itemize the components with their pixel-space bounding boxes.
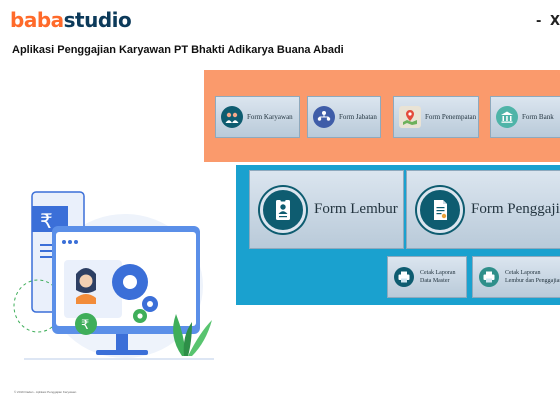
logo-text-part2: studio — [63, 8, 132, 32]
form-karyawan-button[interactable]: Form Karyawan — [215, 96, 300, 138]
form-penempatan-label: Form Penempatan — [425, 113, 477, 121]
close-button[interactable]: X — [550, 14, 560, 29]
employees-icon — [221, 106, 243, 128]
form-lembur-label: Form Lembur — [314, 201, 398, 217]
form-penggajian-button[interactable]: Form Penggajian — [406, 170, 560, 249]
svg-text:₹: ₹ — [81, 318, 89, 333]
footer-copyright: © 2019 Dadan - Aplikasi Penggajian Karya… — [14, 390, 77, 394]
app-logo: baba studio — [10, 8, 132, 32]
printer-icon — [479, 267, 499, 287]
form-bank-button[interactable]: Form Bank — [490, 96, 560, 138]
page-title: Aplikasi Penggajian Karyawan PT Bhakti A… — [12, 44, 344, 56]
svg-text:₹: ₹ — [40, 209, 53, 233]
form-bank-label: Form Bank — [522, 113, 554, 121]
payroll-document-icon — [417, 186, 463, 233]
payroll-illustration: ₹ ₹ — [10, 186, 220, 376]
form-penempatan-button[interactable]: Form Penempatan — [393, 96, 479, 138]
form-penggajian-label: Form Penggajian — [471, 201, 560, 217]
form-karyawan-label: Form Karyawan — [247, 113, 293, 121]
id-badge-icon — [260, 186, 306, 233]
printer-icon — [394, 267, 414, 287]
map-pin-icon — [399, 106, 421, 128]
cetak-laporan-data-master-button[interactable]: Cetak Laporan Data Master — [387, 256, 467, 298]
minimize-button[interactable]: - — [536, 14, 541, 29]
form-jabatan-label: Form Jabatan — [339, 113, 377, 121]
cetak-laporan-lembur-penggajian-label: Cetak Laporan Lembur dan Penggajian — [505, 270, 560, 284]
form-lembur-button[interactable]: Form Lembur — [249, 170, 404, 249]
bank-icon — [496, 106, 518, 128]
cetak-laporan-data-master-label: Cetak Laporan Data Master — [420, 270, 456, 284]
form-jabatan-button[interactable]: Form Jabatan — [307, 96, 381, 138]
cetak-laporan-lembur-penggajian-button[interactable]: Cetak Laporan Lembur dan Penggajian — [472, 256, 560, 298]
logo-text-part1: baba — [10, 8, 64, 32]
organization-icon — [313, 106, 335, 128]
